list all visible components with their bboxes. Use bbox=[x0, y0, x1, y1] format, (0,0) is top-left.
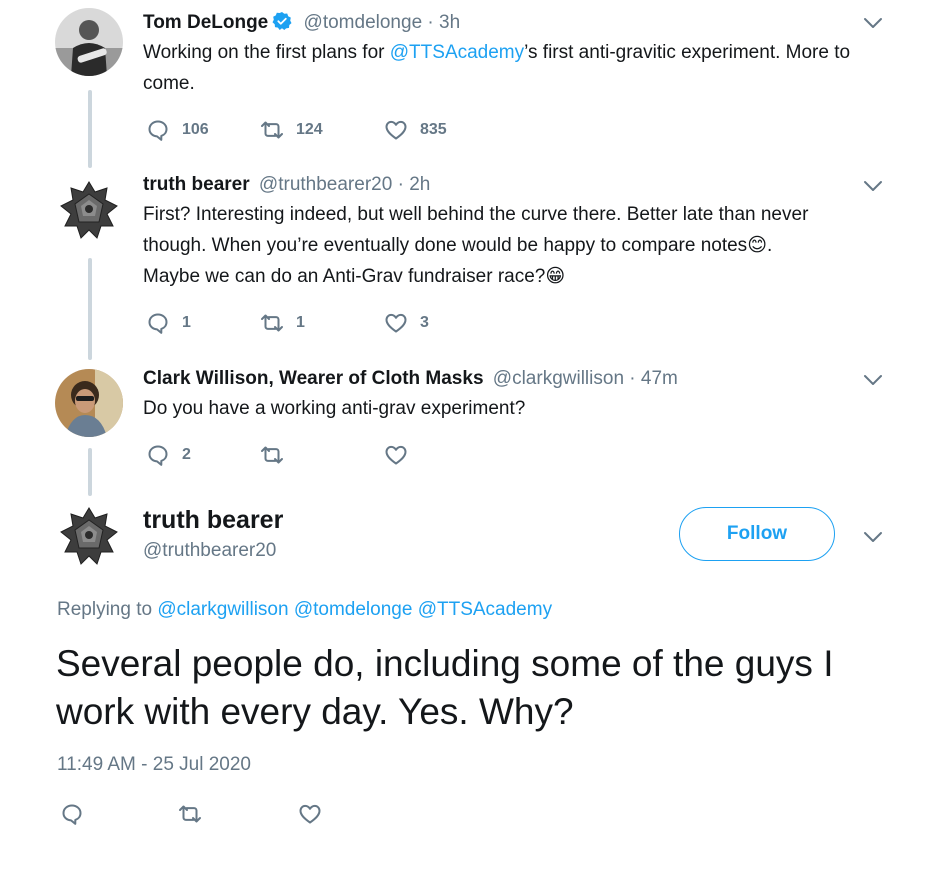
reply-button[interactable]: 1 bbox=[146, 309, 191, 337]
like-button[interactable] bbox=[298, 800, 322, 828]
thread-line bbox=[88, 258, 92, 360]
heart-icon bbox=[384, 443, 408, 467]
author-handle[interactable]: @truthbearer20 bbox=[143, 540, 276, 562]
chevron-down-icon[interactable] bbox=[862, 179, 884, 193]
smiling-face-emoji: 😊 bbox=[747, 235, 767, 256]
tweet-text: Do you have a working anti-grav experime… bbox=[143, 398, 526, 419]
tweet-time[interactable]: 2h bbox=[409, 174, 430, 195]
like-count: 835 bbox=[420, 121, 447, 138]
text-line: Maybe we can do an Anti-Grav fundraiser … bbox=[143, 261, 923, 292]
tweet-time[interactable]: 47m bbox=[641, 368, 678, 389]
tweet-header: truth bearer @truthbearer20 · 2h bbox=[143, 174, 430, 196]
tweet-timestamp[interactable]: 11:49 AM - 25 Jul 2020 bbox=[57, 754, 251, 776]
reply-count: 106 bbox=[182, 121, 209, 138]
avatar[interactable] bbox=[55, 8, 123, 76]
separator: · bbox=[397, 174, 404, 195]
tweet-text: Several people do, including some of the… bbox=[56, 643, 834, 732]
tweet-time[interactable]: 3h bbox=[439, 12, 460, 33]
retweet-icon bbox=[260, 118, 284, 142]
chevron-down-icon[interactable] bbox=[862, 530, 884, 544]
text-line: First? Interesting indeed, but well behi… bbox=[143, 204, 809, 225]
retweet-count: 1 bbox=[296, 314, 305, 331]
tweet-text: First? Interesting indeed, but well behi… bbox=[143, 199, 923, 292]
replying-to: Replying to @clarkgwillison @tomdelonge … bbox=[57, 599, 552, 621]
heart-icon bbox=[384, 118, 408, 142]
like-count: 3 bbox=[420, 314, 429, 331]
separator: · bbox=[427, 12, 434, 33]
reply-count: 2 bbox=[182, 446, 191, 463]
tweet-text: Working on the first plans for @TTSAcade… bbox=[143, 37, 903, 99]
chevron-down-icon[interactable] bbox=[862, 373, 884, 387]
reply-icon bbox=[146, 311, 170, 335]
tweet-header: Tom DeLonge @tomdelonge · 3h bbox=[143, 11, 460, 37]
verified-badge-icon bbox=[272, 11, 292, 37]
reply-icon bbox=[146, 118, 170, 142]
reply-button[interactable]: 106 bbox=[146, 116, 209, 144]
thread-line bbox=[88, 448, 92, 496]
reply-button[interactable] bbox=[60, 800, 84, 828]
retweet-button[interactable]: 1 bbox=[260, 309, 305, 337]
reply-count: 1 bbox=[182, 314, 191, 331]
separator: · bbox=[629, 368, 636, 389]
retweet-button[interactable] bbox=[178, 800, 202, 828]
text-segment: Maybe we can do an Anti-Grav fundraiser … bbox=[143, 266, 546, 287]
text-segment: . bbox=[767, 235, 773, 256]
reply-icon bbox=[60, 802, 84, 826]
tweet-header: Clark Willison, Wearer of Cloth Masks @c… bbox=[143, 368, 678, 390]
follow-button[interactable]: Follow bbox=[679, 507, 835, 561]
chevron-down-icon[interactable] bbox=[862, 16, 884, 30]
heart-icon bbox=[298, 802, 322, 826]
author-handle[interactable]: @tomdelonge bbox=[304, 12, 423, 33]
heart-icon bbox=[384, 311, 408, 335]
author-handle[interactable]: @truthbearer20 bbox=[259, 174, 392, 195]
author-name[interactable]: Tom DeLonge bbox=[143, 12, 268, 33]
grinning-face-emoji: 😁 bbox=[545, 266, 566, 287]
author-handle[interactable]: @clarkgwillison bbox=[493, 368, 624, 389]
retweet-button[interactable]: 124 bbox=[260, 116, 323, 144]
like-button[interactable] bbox=[384, 441, 408, 469]
retweet-count: 124 bbox=[296, 121, 323, 138]
author-name[interactable]: Clark Willison, Wearer of Cloth Masks bbox=[143, 368, 484, 389]
retweet-button[interactable] bbox=[260, 441, 284, 469]
text-line: though. When you’re eventually done woul… bbox=[143, 230, 923, 261]
text-segment: Working on the first plans for bbox=[143, 42, 390, 63]
like-button[interactable]: 3 bbox=[384, 309, 429, 337]
mention-link[interactable]: @TTSAcademy bbox=[390, 42, 524, 63]
author-name[interactable]: truth bearer bbox=[143, 506, 283, 535]
reply-icon bbox=[146, 443, 170, 467]
like-button[interactable]: 835 bbox=[384, 116, 447, 144]
retweet-icon bbox=[260, 311, 284, 335]
thread-line bbox=[88, 90, 92, 168]
replying-mentions[interactable]: @clarkgwillison @tomdelonge @TTSAcademy bbox=[157, 599, 552, 620]
avatar[interactable] bbox=[55, 176, 123, 244]
avatar[interactable] bbox=[55, 502, 123, 570]
replying-prefix: Replying to bbox=[57, 599, 158, 620]
avatar[interactable] bbox=[55, 369, 123, 437]
retweet-icon bbox=[260, 443, 284, 467]
text-segment: though. When you’re eventually done woul… bbox=[143, 235, 748, 256]
author-name[interactable]: truth bearer bbox=[143, 174, 250, 195]
reply-button[interactable]: 2 bbox=[146, 441, 191, 469]
retweet-icon bbox=[178, 802, 202, 826]
